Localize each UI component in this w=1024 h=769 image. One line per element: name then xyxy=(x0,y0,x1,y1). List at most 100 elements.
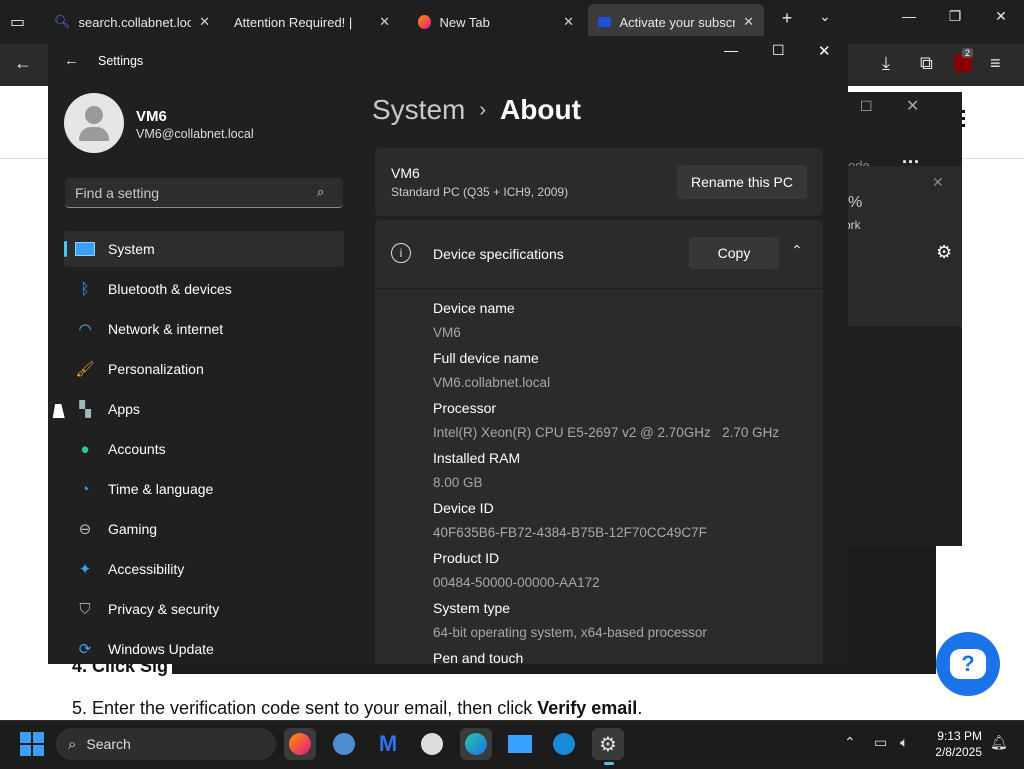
page-title: About xyxy=(500,94,581,125)
update-icon: ⟳ xyxy=(78,641,92,658)
clock-app-icon[interactable] xyxy=(416,728,448,760)
person-icon: ● xyxy=(80,440,90,458)
spec-value: Intel(R) Xeon(R) CPU E5-2697 v2 @ 2.70GH… xyxy=(433,425,780,440)
step-5-bold: Verify email xyxy=(537,698,638,718)
pc-model: Standard PC (Q35 + ICH9, 2009) xyxy=(391,185,569,199)
close-icon[interactable]: ✕ xyxy=(379,14,390,30)
sidebar-item-label: Network & internet xyxy=(108,321,224,337)
close-icon[interactable]: ✕ xyxy=(906,96,919,116)
spec-label: Processor xyxy=(433,400,497,416)
breadcrumb-parent[interactable]: System xyxy=(372,94,465,126)
extensions-icon[interactable]: ⧉ xyxy=(920,53,933,74)
close-icon[interactable]: ✕ xyxy=(932,174,944,191)
chat-help-icon: ? xyxy=(950,649,986,679)
gear-icon[interactable]: ⚙ xyxy=(936,242,952,263)
notification-bell-icon[interactable]: 🔔︎ xyxy=(990,734,1008,751)
spec-value: 8.00 GB xyxy=(433,475,483,490)
sidebar-item-label: Privacy & security xyxy=(108,601,220,617)
taskbar-search[interactable]: ⌕ Search xyxy=(56,728,276,760)
sidebar-item-bluetooth[interactable]: ᛒ Bluetooth & devices xyxy=(64,271,344,307)
spec-value: 00484-50000-00000-AA172 xyxy=(433,575,600,590)
pc-name-card: VM6 Standard PC (Q35 + ICH9, 2009) Renam… xyxy=(375,148,823,216)
ublock-icon[interactable]: 2 xyxy=(954,48,974,72)
tab-label: search.collabnet.local/ xyxy=(78,14,192,30)
sidebar-item-label: Gaming xyxy=(108,521,158,537)
close-icon[interactable]: ✕ xyxy=(199,14,210,30)
tab-activate[interactable]: Activate your subscripti ✕ xyxy=(588,4,764,40)
back-arrow-icon[interactable]: ← xyxy=(14,53,32,74)
brush-icon: 🖌︎ xyxy=(75,361,95,378)
tab-label: New Tab xyxy=(439,14,490,30)
volume-icon[interactable]: 🔈︎ xyxy=(900,734,908,751)
close-icon[interactable]: ✕ xyxy=(743,14,754,30)
window-title: Settings xyxy=(98,54,144,68)
sidebar-item-accessibility[interactable]: ✦ Accessibility xyxy=(64,551,344,587)
bluetooth-icon: ᛒ xyxy=(80,280,90,298)
badge-count: 2 xyxy=(962,48,974,58)
sidebar-item-network[interactable]: ◠ Network & internet xyxy=(64,311,344,347)
tab-new-tab[interactable]: New Tab ✕ xyxy=(408,4,584,40)
sidebar-item-accounts[interactable]: ● Accounts xyxy=(64,431,344,467)
spec-label: Pen and touch xyxy=(433,650,524,664)
accessibility-icon: ✦ xyxy=(78,561,92,578)
wifi-icon: ◠ xyxy=(78,321,92,338)
copy-button[interactable]: Copy xyxy=(689,237,779,269)
chevron-up-icon[interactable]: ⌃ xyxy=(791,242,803,259)
sidebar-item-system[interactable]: System xyxy=(64,231,344,267)
close-icon[interactable]: ✕ xyxy=(986,8,1016,25)
back-arrow-icon[interactable]: ← xyxy=(64,52,79,69)
search-input[interactable]: Find a setting ⌕ xyxy=(65,178,343,208)
settings-gear-icon[interactable]: ⚙ xyxy=(592,728,624,760)
taskbar-search-label: Search xyxy=(86,736,131,752)
avatar[interactable] xyxy=(64,93,124,153)
remote-app-icon[interactable] xyxy=(548,728,580,760)
device-specs-header[interactable]: i Device specifications Copy ⌃ xyxy=(375,220,823,288)
sidebar-item-label: Windows Update xyxy=(108,641,214,657)
edge-icon[interactable] xyxy=(460,728,492,760)
spec-label: Device name xyxy=(433,300,515,316)
close-icon[interactable]: ✕ xyxy=(818,42,831,60)
search-placeholder: Find a setting xyxy=(75,185,160,201)
sidebar-item-personalization[interactable]: 🖌︎ Personalization xyxy=(64,351,344,387)
step-5-suffix: . xyxy=(637,698,643,718)
network-app-icon[interactable] xyxy=(328,728,360,760)
clock-date[interactable]: 2/8/2025 xyxy=(926,745,982,759)
tab-attention[interactable]: Attention Required! | Cloud ✕ xyxy=(224,4,400,40)
device-specs-body: Device name VM6 Full device name VM6.col… xyxy=(375,289,823,664)
sidebar-item-label: Accessibility xyxy=(108,561,185,577)
maximize-icon[interactable]: ☐ xyxy=(772,42,785,59)
tab-label: Activate your subscripti xyxy=(619,14,736,30)
sidebar-item-windows-update[interactable]: ⟳ Windows Update xyxy=(64,631,344,664)
chevron-down-icon[interactable]: ⌄ xyxy=(810,8,840,25)
new-tab-icon[interactable]: + xyxy=(772,8,802,29)
start-icon[interactable] xyxy=(20,732,44,756)
minimize-icon[interactable]: — xyxy=(894,8,924,24)
display-icon[interactable]: ▭ xyxy=(874,734,887,751)
sidebar-item-gaming[interactable]: ⊖ Gaming xyxy=(64,511,344,547)
restore-icon[interactable]: ❐ xyxy=(940,8,970,25)
user-name: VM6 xyxy=(136,108,167,125)
sidebar-item-time-language[interactable]: ◔ Time & language xyxy=(64,471,344,507)
menu-icon[interactable]: ≡ xyxy=(990,53,1001,74)
sidebar-item-privacy[interactable]: ⛉ Privacy & security xyxy=(64,591,344,627)
tab-overview-icon[interactable]: ▭ xyxy=(10,12,25,32)
search-icon: ⌕ xyxy=(317,184,325,199)
malwarebytes-icon[interactable]: M xyxy=(372,728,404,760)
rename-pc-button[interactable]: Rename this PC xyxy=(677,165,807,199)
chat-button[interactable]: ? xyxy=(936,632,1000,696)
close-icon[interactable]: ✕ xyxy=(563,14,574,30)
download-icon[interactable]: ⤓ xyxy=(882,53,890,74)
sidebar-item-label: Time & language xyxy=(108,481,214,497)
user-email: VM6@collabnet.local xyxy=(136,127,254,141)
chevron-up-icon[interactable]: ⌃ xyxy=(844,734,856,751)
minimize-icon[interactable]: — xyxy=(724,42,738,58)
spec-label: Device ID xyxy=(433,500,494,516)
monitor-app-icon[interactable] xyxy=(504,728,536,760)
pc-name: VM6 xyxy=(391,165,420,181)
clock-time[interactable]: 9:13 PM xyxy=(930,729,982,743)
sidebar-item-apps[interactable]: ▚ Apps xyxy=(64,391,344,427)
firefox-icon[interactable] xyxy=(284,728,316,760)
tab-search[interactable]: 🔍︎ search.collabnet.local/ ✕ xyxy=(44,4,220,40)
spec-label: Full device name xyxy=(433,350,539,366)
restore-icon[interactable]: ☐ xyxy=(860,98,873,115)
